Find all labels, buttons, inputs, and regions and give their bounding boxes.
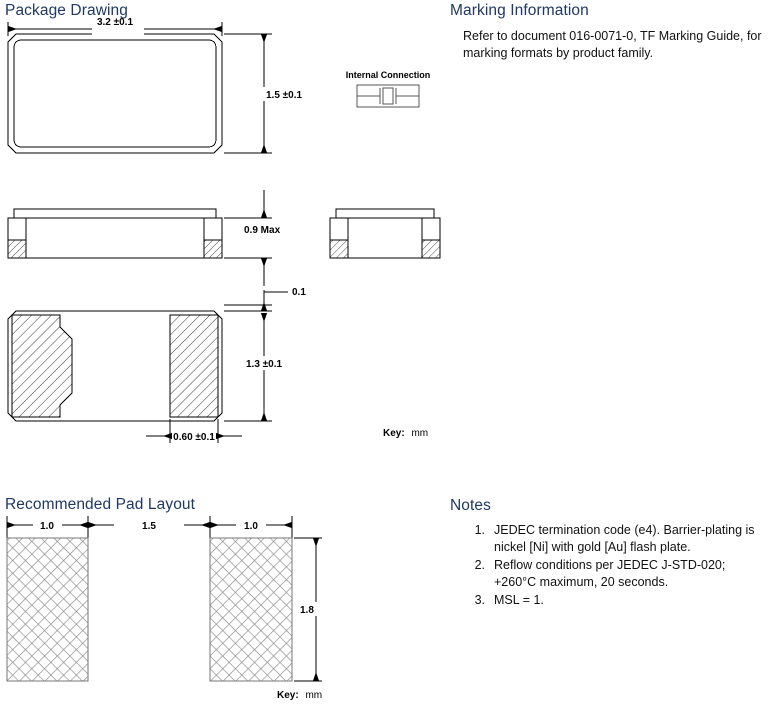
marking-information-body: Refer to document 016-0071-0, TF Marking… — [463, 29, 762, 60]
package-drawing-key: Key: mm — [383, 428, 428, 439]
note-number: 3. — [474, 593, 485, 607]
pad-key-label-bold: Key: — [277, 690, 299, 701]
recommended-pad-layout-title: Recommended Pad Layout — [5, 496, 196, 513]
dim-right-pad-width: 1.0 — [244, 521, 258, 532]
notes-title: Notes — [450, 497, 491, 514]
dim-standoff: 0.1 — [292, 287, 306, 298]
notes-list: 1. JEDEC termination code (e4). Barrier-p… — [463, 522, 763, 610]
note-item: 1. JEDEC termination code (e4). Barrier-p… — [463, 522, 763, 556]
dim-pad-width: 0.60 ±0.1 — [173, 432, 215, 443]
note-item: 2. Reflow conditions per JEDEC J-STD-020;… — [463, 557, 763, 591]
note-text: JEDEC termination code (e4). Barrier-pla… — [494, 523, 755, 554]
marking-information-title: Marking Information — [450, 2, 589, 19]
dim-layout-pad-height: 1.8 — [300, 605, 314, 616]
note-number: 2. — [474, 558, 485, 572]
dim-pad-height: 1.3 ±0.1 — [246, 359, 283, 370]
pad-key-label-unit: mm — [305, 690, 323, 701]
key-label-unit: mm — [411, 428, 429, 439]
internal-connection-label: Internal Connection — [346, 70, 431, 80]
dim-front-height: 0.9 Max — [244, 225, 281, 236]
note-number: 1. — [474, 523, 485, 537]
note-text: Reflow conditions per JEDEC J-STD-020; +… — [494, 558, 726, 589]
dim-top-width: 3.2 ±0.1 — [97, 17, 134, 28]
note-text: MSL = 1. — [494, 593, 544, 607]
pad-layout-key: Key: mm — [277, 690, 322, 701]
dim-left-pad-width: 1.0 — [40, 521, 54, 532]
dim-top-height: 1.5 ±0.1 — [266, 90, 303, 101]
dim-gap-width: 1.5 — [142, 521, 156, 532]
key-label-bold: Key: — [383, 428, 405, 439]
note-item: 3. MSL = 1. — [463, 592, 763, 609]
